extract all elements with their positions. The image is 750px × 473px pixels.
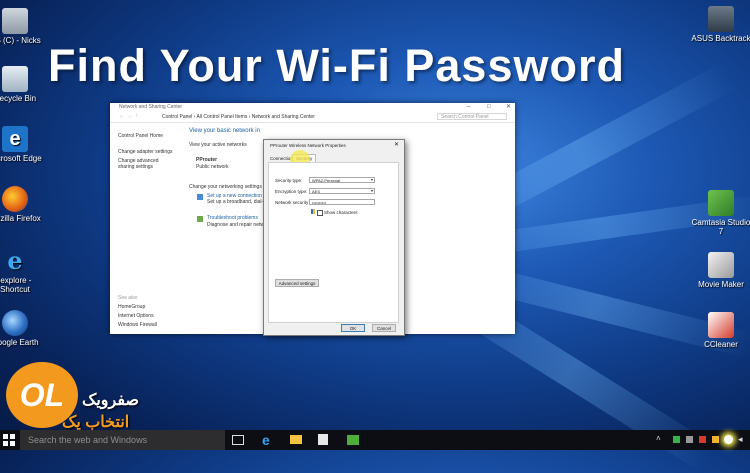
desktop-icon-google-earth[interactable]: Google Earth <box>0 310 46 347</box>
logo-mark: OL <box>19 377 65 413</box>
desktop-icon-drive[interactable]: OS (C) - Nicks <box>0 8 46 45</box>
troubleshoot-desc: Diagnose and repair networ <box>207 222 269 228</box>
search-input[interactable]: Search Control Panel <box>437 113 507 120</box>
window-title: Network and Sharing Center <box>119 104 183 110</box>
tray-up-icon[interactable]: ˄ <box>656 434 661 443</box>
cancel-button[interactable]: Cancel <box>372 324 396 332</box>
show-characters-label: Show characters <box>324 210 358 215</box>
firefox-icon <box>2 186 28 212</box>
wireless-properties-dialog: PProuter Wireless Network Properties ✕ C… <box>263 139 405 336</box>
desktop-icon-asus[interactable]: ASUS Backtrack <box>690 6 750 43</box>
camtasia-taskbar-icon[interactable] <box>347 435 359 445</box>
desktop-icon-firefox[interactable]: Mozilla Firefox <box>0 186 46 223</box>
taskbar-search-input[interactable]: Search the web and Windows <box>20 430 225 450</box>
link-windows-firewall[interactable]: Windows Firewall <box>118 322 188 328</box>
setup-connection-icon <box>197 194 203 200</box>
taskbar: Search the web and Windows e ˄ ◂ <box>0 430 750 450</box>
internet-explorer-icon: e <box>7 246 23 275</box>
breadcrumb-all-items[interactable]: All Control Panel Items <box>196 114 247 120</box>
link-change-adapter[interactable]: Change adapter settings <box>118 149 182 155</box>
back-icon[interactable]: ← <box>119 113 124 119</box>
dialog-close-icon[interactable]: ✕ <box>394 141 399 148</box>
advanced-settings-button[interactable]: Advanced settings <box>275 279 319 287</box>
task-view-icon[interactable] <box>232 435 244 445</box>
store-icon[interactable] <box>318 434 328 445</box>
ccleaner-icon <box>708 312 734 338</box>
left-pane: Control Panel Home Change adapter settin… <box>118 133 182 173</box>
see-also: See also HomeGroup Internet Options Wind… <box>118 295 188 328</box>
breadcrumb-network-center[interactable]: Network and Sharing Center <box>252 114 315 120</box>
dialog-title: PProuter Wireless Network Properties <box>270 143 346 148</box>
tray-app-icon[interactable] <box>686 436 693 443</box>
watermark-line1: صفرویک <box>82 392 140 409</box>
desktop-icon-movie-maker[interactable]: Movie Maker <box>690 252 750 289</box>
active-networks-label: View your active networks <box>189 142 247 148</box>
security-key-input[interactable]: •••••••••• <box>309 199 375 205</box>
minimize-button[interactable]: – <box>467 103 470 112</box>
ok-button[interactable]: OK <box>341 324 365 332</box>
volume-icon[interactable]: ◂ <box>738 434 743 445</box>
edge-icon: e <box>2 126 28 152</box>
edge-taskbar-icon[interactable]: e <box>262 432 270 448</box>
troubleshoot-link[interactable]: Troubleshoot problems <box>207 215 258 221</box>
see-also-label: See also <box>118 295 138 301</box>
forward-icon[interactable]: → <box>127 113 132 119</box>
windows-logo-icon <box>3 434 15 446</box>
breadcrumb-control-panel[interactable]: Control Panel <box>162 114 192 120</box>
close-button[interactable]: ✕ <box>506 103 511 112</box>
start-button[interactable] <box>3 434 15 446</box>
chevron-down-icon: ▾ <box>371 177 374 182</box>
breadcrumb: Control Panel › All Control Panel Items … <box>162 114 315 120</box>
link-homegroup[interactable]: HomeGroup <box>118 304 188 310</box>
file-explorer-icon[interactable] <box>290 435 302 444</box>
chevron-down-icon: ▾ <box>371 188 374 193</box>
video-title: Find Your Wi-Fi Password <box>48 40 625 91</box>
window-titlebar: Network and Sharing Center – □ ✕ <box>110 103 515 112</box>
tray-app-icon[interactable] <box>673 436 680 443</box>
wifi-icon[interactable] <box>724 435 733 444</box>
troubleshoot-icon <box>197 216 203 222</box>
watermark-line2: انتخاب یک <box>62 414 130 431</box>
main-heading: View your basic network in <box>189 128 260 134</box>
shield-icon <box>311 209 315 214</box>
asus-icon <box>708 6 734 32</box>
tray-app-icon[interactable] <box>699 436 706 443</box>
encryption-type-select[interactable]: AES <box>309 188 375 194</box>
tray-app-icon[interactable] <box>712 436 719 443</box>
show-characters-checkbox[interactable] <box>317 210 323 216</box>
desktop-icon-ccleaner[interactable]: CCleaner <box>690 312 750 349</box>
desktop-icon-recycle-bin[interactable]: Recycle Bin <box>0 66 46 103</box>
google-earth-icon <box>2 310 28 336</box>
camtasia-icon <box>708 190 734 216</box>
network-type: Public network <box>196 164 229 170</box>
drive-icon <box>2 8 28 34</box>
desktop-icon-camtasia[interactable]: Camtasia Studio 7 <box>690 190 750 236</box>
desktop-icon-edge[interactable]: e Microsoft Edge <box>0 126 46 163</box>
movie-maker-icon <box>708 252 734 278</box>
dialog-tabs: Connection Security <box>268 154 400 162</box>
security-type-label: Security type: <box>275 178 303 183</box>
desktop-icon-iexplore[interactable]: e iexplore - Shortcut <box>0 246 46 295</box>
link-control-panel-home[interactable]: Control Panel Home <box>118 133 182 139</box>
link-advanced-sharing[interactable]: Change advanced sharing settings <box>118 158 174 170</box>
networking-settings-label: Change your networking settings <box>189 184 262 190</box>
maximize-button[interactable]: □ <box>487 103 491 112</box>
recycle-bin-icon <box>2 66 28 92</box>
network-name: PProuter <box>196 157 218 163</box>
encryption-type-label: Encryption type: <box>275 189 308 194</box>
security-type-select[interactable]: WPA2-Personal <box>309 177 375 183</box>
security-tab-panel: Security type: WPA2-Personal ▾ Encryptio… <box>268 162 399 323</box>
up-icon[interactable]: ↑ <box>135 113 138 119</box>
address-bar[interactable]: ← → ↑ Control Panel › All Control Panel … <box>110 112 515 123</box>
link-internet-options[interactable]: Internet Options <box>118 313 188 319</box>
